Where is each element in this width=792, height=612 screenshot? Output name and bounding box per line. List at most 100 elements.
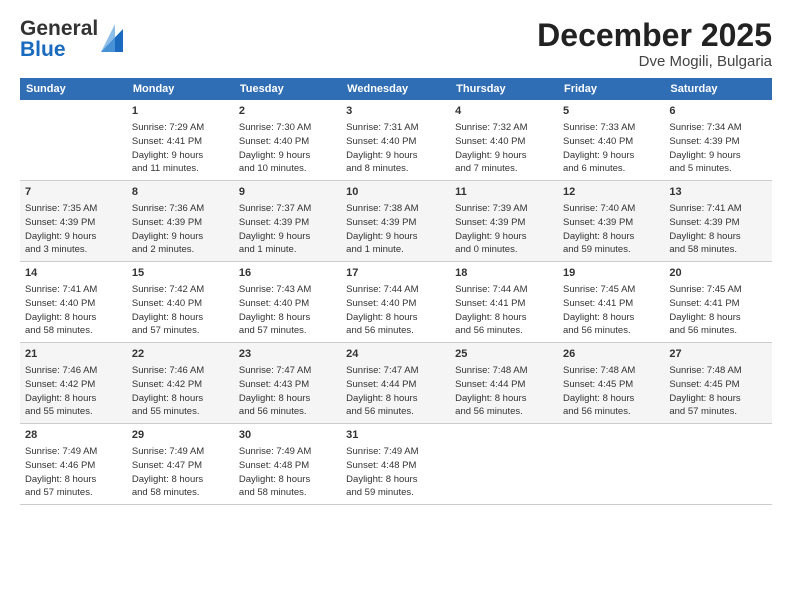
cell-line-0: Sunrise: 7:35 AM — [25, 202, 122, 216]
day-number: 27 — [669, 347, 767, 363]
logo-blue: Blue — [20, 39, 98, 60]
cell-line-0: Sunrise: 7:37 AM — [239, 202, 336, 216]
calendar-cell-0-3: 3Sunrise: 7:31 AMSunset: 4:40 PMDaylight… — [341, 100, 450, 181]
calendar-cell-0-0 — [20, 100, 127, 181]
cell-line-2: Daylight: 8 hours — [669, 311, 767, 325]
cell-line-3: and 57 minutes. — [132, 324, 229, 338]
cell-line-0: Sunrise: 7:49 AM — [239, 445, 336, 459]
header: General Blue December 2025 Dve Mogili, B… — [20, 18, 772, 70]
cell-line-1: Sunset: 4:45 PM — [563, 378, 659, 392]
cell-line-1: Sunset: 4:45 PM — [669, 378, 767, 392]
month-title: December 2025 — [537, 18, 772, 53]
cell-line-0: Sunrise: 7:48 AM — [455, 364, 553, 378]
calendar-table: Sunday Monday Tuesday Wednesday Thursday… — [20, 78, 772, 505]
cell-line-3: and 2 minutes. — [132, 243, 229, 257]
calendar-cell-4-5 — [558, 424, 664, 505]
cell-line-3: and 58 minutes. — [25, 324, 122, 338]
calendar-cell-0-6: 6Sunrise: 7:34 AMSunset: 4:39 PMDaylight… — [664, 100, 772, 181]
cell-line-3: and 57 minutes. — [239, 324, 336, 338]
cell-line-3: and 56 minutes. — [563, 324, 659, 338]
calendar-cell-0-5: 5Sunrise: 7:33 AMSunset: 4:40 PMDaylight… — [558, 100, 664, 181]
cell-line-3: and 55 minutes. — [25, 405, 122, 419]
cell-line-0: Sunrise: 7:44 AM — [455, 283, 553, 297]
day-number: 17 — [346, 266, 445, 282]
cell-line-0: Sunrise: 7:32 AM — [455, 121, 553, 135]
cell-line-3: and 6 minutes. — [563, 162, 659, 176]
calendar-cell-1-2: 9Sunrise: 7:37 AMSunset: 4:39 PMDaylight… — [234, 181, 341, 262]
calendar-cell-1-0: 7Sunrise: 7:35 AMSunset: 4:39 PMDaylight… — [20, 181, 127, 262]
cell-line-0: Sunrise: 7:43 AM — [239, 283, 336, 297]
day-number: 9 — [239, 185, 336, 201]
cell-line-2: Daylight: 9 hours — [669, 149, 767, 163]
cell-line-1: Sunset: 4:39 PM — [669, 135, 767, 149]
cell-line-2: Daylight: 8 hours — [669, 392, 767, 406]
day-number: 22 — [132, 347, 229, 363]
cell-line-2: Daylight: 8 hours — [25, 392, 122, 406]
day-number: 20 — [669, 266, 767, 282]
cell-line-0: Sunrise: 7:33 AM — [563, 121, 659, 135]
calendar-cell-1-1: 8Sunrise: 7:36 AMSunset: 4:39 PMDaylight… — [127, 181, 234, 262]
cell-line-0: Sunrise: 7:47 AM — [239, 364, 336, 378]
cell-line-3: and 11 minutes. — [132, 162, 229, 176]
cell-line-0: Sunrise: 7:31 AM — [346, 121, 445, 135]
cell-line-3: and 7 minutes. — [455, 162, 553, 176]
cell-line-1: Sunset: 4:48 PM — [239, 459, 336, 473]
day-number: 1 — [132, 104, 229, 120]
header-wednesday: Wednesday — [341, 78, 450, 100]
header-sunday: Sunday — [20, 78, 127, 100]
day-number: 15 — [132, 266, 229, 282]
cell-line-2: Daylight: 8 hours — [239, 311, 336, 325]
day-number: 8 — [132, 185, 229, 201]
cell-line-1: Sunset: 4:42 PM — [25, 378, 122, 392]
calendar-cell-0-2: 2Sunrise: 7:30 AMSunset: 4:40 PMDaylight… — [234, 100, 341, 181]
cell-line-2: Daylight: 8 hours — [669, 230, 767, 244]
day-number: 21 — [25, 347, 122, 363]
cell-line-0: Sunrise: 7:45 AM — [669, 283, 767, 297]
cell-line-3: and 56 minutes. — [346, 405, 445, 419]
cell-line-3: and 59 minutes. — [563, 243, 659, 257]
logo: General Blue — [20, 18, 123, 60]
cell-line-2: Daylight: 9 hours — [239, 230, 336, 244]
calendar-cell-4-1: 29Sunrise: 7:49 AMSunset: 4:47 PMDayligh… — [127, 424, 234, 505]
cell-line-2: Daylight: 8 hours — [25, 311, 122, 325]
calendar-cell-3-3: 24Sunrise: 7:47 AMSunset: 4:44 PMDayligh… — [341, 343, 450, 424]
calendar-row-2: 14Sunrise: 7:41 AMSunset: 4:40 PMDayligh… — [20, 262, 772, 343]
page: General Blue December 2025 Dve Mogili, B… — [0, 0, 792, 612]
cell-line-0: Sunrise: 7:46 AM — [25, 364, 122, 378]
cell-line-2: Daylight: 9 hours — [25, 230, 122, 244]
cell-line-3: and 56 minutes. — [563, 405, 659, 419]
cell-line-1: Sunset: 4:40 PM — [132, 297, 229, 311]
cell-line-2: Daylight: 9 hours — [563, 149, 659, 163]
cell-line-0: Sunrise: 7:29 AM — [132, 121, 229, 135]
calendar-cell-4-0: 28Sunrise: 7:49 AMSunset: 4:46 PMDayligh… — [20, 424, 127, 505]
day-number: 16 — [239, 266, 336, 282]
day-number: 28 — [25, 428, 122, 444]
cell-line-3: and 56 minutes. — [455, 324, 553, 338]
cell-line-1: Sunset: 4:44 PM — [455, 378, 553, 392]
calendar-cell-2-1: 15Sunrise: 7:42 AMSunset: 4:40 PMDayligh… — [127, 262, 234, 343]
cell-line-1: Sunset: 4:40 PM — [346, 135, 445, 149]
cell-line-3: and 59 minutes. — [346, 486, 445, 500]
calendar-cell-3-0: 21Sunrise: 7:46 AMSunset: 4:42 PMDayligh… — [20, 343, 127, 424]
cell-line-2: Daylight: 8 hours — [455, 311, 553, 325]
cell-line-2: Daylight: 8 hours — [132, 392, 229, 406]
cell-line-1: Sunset: 4:39 PM — [25, 216, 122, 230]
day-number: 7 — [25, 185, 122, 201]
calendar-cell-2-0: 14Sunrise: 7:41 AMSunset: 4:40 PMDayligh… — [20, 262, 127, 343]
cell-line-2: Daylight: 9 hours — [455, 149, 553, 163]
cell-line-1: Sunset: 4:39 PM — [669, 216, 767, 230]
cell-line-0: Sunrise: 7:34 AM — [669, 121, 767, 135]
header-tuesday: Tuesday — [234, 78, 341, 100]
logo-icon — [101, 24, 123, 52]
cell-line-1: Sunset: 4:48 PM — [346, 459, 445, 473]
calendar-cell-4-2: 30Sunrise: 7:49 AMSunset: 4:48 PMDayligh… — [234, 424, 341, 505]
cell-line-3: and 58 minutes. — [239, 486, 336, 500]
cell-line-1: Sunset: 4:42 PM — [132, 378, 229, 392]
calendar-cell-3-6: 27Sunrise: 7:48 AMSunset: 4:45 PMDayligh… — [664, 343, 772, 424]
day-number: 11 — [455, 185, 553, 201]
cell-line-1: Sunset: 4:39 PM — [132, 216, 229, 230]
day-number: 30 — [239, 428, 336, 444]
cell-line-3: and 1 minute. — [239, 243, 336, 257]
cell-line-1: Sunset: 4:40 PM — [25, 297, 122, 311]
day-number: 24 — [346, 347, 445, 363]
